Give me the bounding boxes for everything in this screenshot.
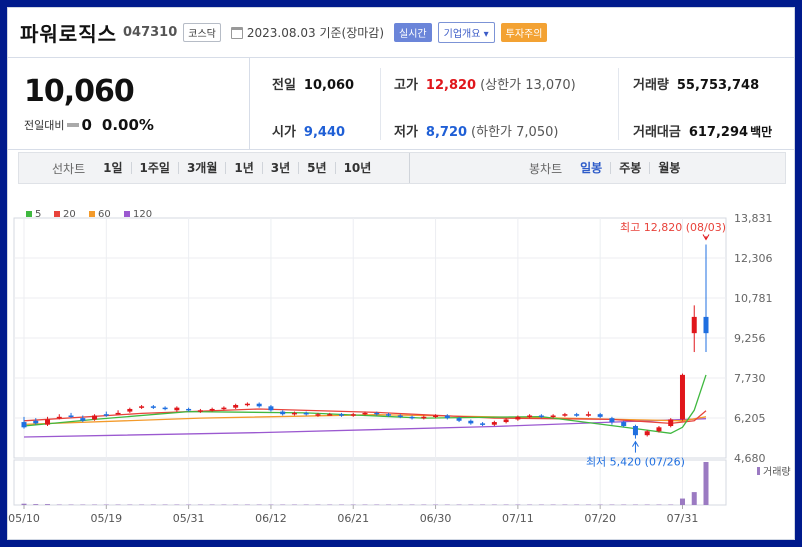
candle-body <box>268 406 274 411</box>
candle-body <box>280 411 286 415</box>
y-tick-label: 4,680 <box>734 452 766 465</box>
volume-bar <box>679 498 685 505</box>
candle-body <box>303 412 309 415</box>
volume-bar <box>33 504 39 505</box>
candle-body <box>291 412 297 415</box>
candle-body <box>444 415 450 419</box>
candle-body <box>103 414 109 416</box>
candle-body <box>468 420 474 424</box>
candle-body <box>679 374 685 420</box>
candle-body <box>433 415 439 418</box>
candle-body <box>315 414 321 416</box>
candle-body <box>33 420 39 424</box>
y-tick-label: 10,781 <box>734 292 773 305</box>
volume-bar <box>691 492 697 505</box>
candle-body <box>656 427 662 432</box>
candle-body <box>456 418 462 421</box>
candle-body <box>480 423 486 425</box>
x-tick-label: 05/10 <box>8 512 40 525</box>
x-tick-label: 05/31 <box>173 512 205 525</box>
candle-body <box>327 414 333 416</box>
x-tick-label: 06/12 <box>255 512 287 525</box>
candle-body <box>350 414 356 416</box>
candle-body <box>609 418 615 423</box>
candle-body <box>409 416 415 419</box>
candle-body <box>56 416 62 419</box>
x-tick-label: 07/20 <box>584 512 616 525</box>
candle-body <box>515 416 521 420</box>
y-tick-label: 6,205 <box>734 412 766 425</box>
candle-body <box>68 415 74 418</box>
x-tick-label: 07/11 <box>502 512 534 525</box>
candle-body <box>150 406 156 408</box>
candle-body <box>209 408 215 411</box>
y-tick-label: 13,831 <box>734 212 773 225</box>
candle-body <box>338 414 344 416</box>
candle-body <box>21 422 27 428</box>
high-annotation: 최고 12,820 (08/03) <box>620 221 726 234</box>
volume-bar <box>45 504 51 505</box>
candle-body <box>538 415 544 418</box>
candle-body <box>139 406 145 408</box>
candle-body <box>162 407 168 410</box>
candle-body <box>244 403 250 406</box>
candle-body <box>421 416 427 419</box>
candle-body <box>386 414 392 416</box>
candle-body <box>503 419 509 423</box>
candle-body <box>374 412 380 415</box>
candle-body <box>115 412 121 415</box>
ma5-line <box>23 374 707 434</box>
candle-body <box>574 414 580 416</box>
low-annotation: 최저 5,420 (07/26) <box>586 456 685 469</box>
candle-body <box>597 414 603 417</box>
candle-body <box>527 415 533 418</box>
volume-legend-label: 거래량 <box>763 466 791 478</box>
stock-widget: 파워로직스 047310 코스닥 2023.08.03 기준(장마감) 실시간 … <box>7 7 795 540</box>
y-tick-label: 7,730 <box>734 372 766 385</box>
candlestick-chart: 13,831 12,306 10,781 9,256 7,730 6,205 4,680 05… <box>8 209 791 525</box>
candle-body <box>233 405 239 408</box>
candle-body <box>562 414 568 416</box>
candle-body <box>668 419 674 427</box>
x-tick-label: 05/19 <box>90 512 122 525</box>
volume-bar <box>21 503 27 505</box>
volume-legend-swatch <box>757 467 760 475</box>
candle-body <box>362 412 368 415</box>
candle-body <box>92 415 98 420</box>
candle-body <box>127 408 133 412</box>
candle-body <box>491 422 497 425</box>
candle-body <box>197 410 203 412</box>
candle-body <box>186 408 192 411</box>
volume-bar <box>703 462 709 505</box>
candle-body <box>691 316 697 334</box>
y-tick-label: 9,256 <box>734 332 766 345</box>
legend-swatch <box>89 211 95 217</box>
candle-body <box>585 414 591 416</box>
ma120-line <box>23 418 707 438</box>
x-tick-label: 06/30 <box>420 512 452 525</box>
candle-body <box>703 316 709 334</box>
x-tick-label: 07/31 <box>667 512 699 525</box>
candle-body <box>221 407 227 410</box>
candle-body <box>256 403 262 407</box>
legend-label: 20 <box>63 209 76 220</box>
legend-label: 5 <box>35 209 41 220</box>
candle-body <box>80 418 86 421</box>
legend-label: 60 <box>98 209 111 220</box>
legend-swatch <box>54 211 60 217</box>
candle-body <box>621 422 627 427</box>
legend-swatch <box>124 211 130 217</box>
candle-body <box>397 415 403 418</box>
candle-body <box>644 431 650 436</box>
legend-label: 120 <box>133 209 152 220</box>
y-tick-label: 12,306 <box>734 252 773 265</box>
legend-swatch <box>26 211 32 217</box>
candle-body <box>632 426 638 436</box>
x-tick-label: 06/21 <box>337 512 369 525</box>
candle-body <box>174 407 180 411</box>
candle-body <box>45 419 51 425</box>
candle-body <box>550 415 556 418</box>
